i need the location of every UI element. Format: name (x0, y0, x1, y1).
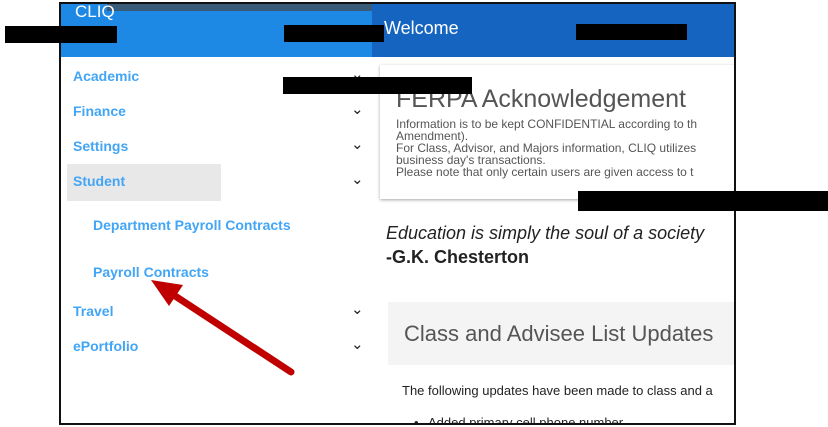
annotation-arrow (151, 280, 295, 376)
